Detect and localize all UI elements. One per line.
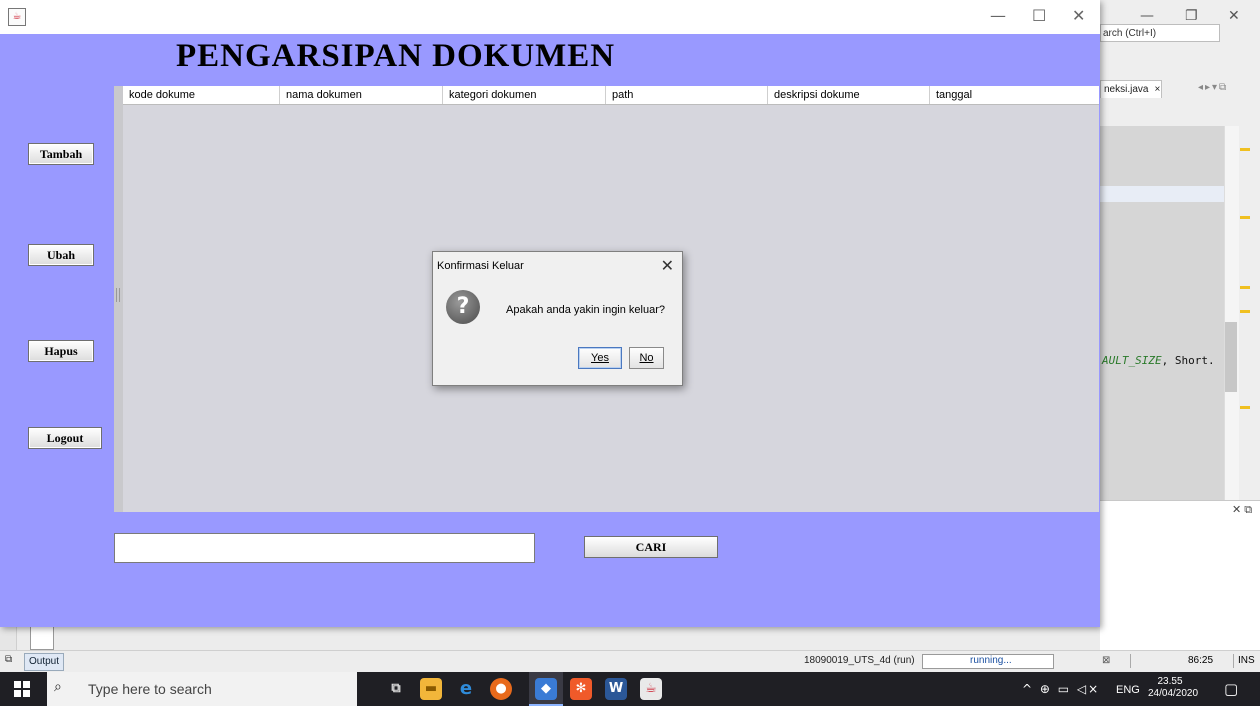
ide-restore-icon[interactable]: ❐ (1185, 8, 1198, 24)
ide-editor-tab[interactable]: neksi.java × (1100, 80, 1162, 98)
no-button[interactable]: No (629, 347, 664, 369)
maximize-icon[interactable]: ☐ (1032, 6, 1046, 25)
question-icon: ? (446, 290, 480, 324)
status-separator (1233, 654, 1234, 668)
windows-start-icon[interactable] (14, 681, 30, 697)
column-header-tanggal[interactable]: tanggal (930, 86, 1099, 104)
window-close-icon[interactable]: ✕ (1072, 6, 1085, 25)
error-stripe-mark[interactable] (1240, 148, 1250, 151)
logout-button[interactable]: Logout (28, 427, 102, 449)
dialog-message: Apakah anda yakin ingin keluar? (506, 304, 666, 316)
cursor-position: 86:25 (1188, 655, 1214, 666)
clock-time: 23.55 (1157, 676, 1183, 687)
java-icon[interactable]: ☕ (8, 8, 26, 26)
clock-date: 24/04/2020 (1148, 688, 1199, 699)
ide-editor-area[interactable] (1100, 126, 1224, 504)
search-input[interactable] (114, 533, 535, 563)
ide-editor-tab-label: neksi.java (1104, 84, 1149, 95)
ide-close-icon[interactable]: ✕ (1228, 8, 1240, 24)
ide-search-input[interactable]: arch (Ctrl+I) (1100, 24, 1220, 42)
add-button[interactable]: Tambah (28, 143, 94, 165)
code-constant: AULT_SIZE (1102, 354, 1162, 367)
code-rest: , Short. (1161, 354, 1215, 367)
exit-confirm-dialog: Konfirmasi Keluar ✕ ? Apakah anda yakin … (432, 251, 683, 386)
ide-code-line: AULT_SIZE, Short. (1102, 354, 1215, 367)
dialog-title: Konfirmasi Keluar (437, 260, 524, 272)
ide-scrollbar[interactable] (1224, 126, 1239, 504)
run-status: running... (970, 655, 1012, 666)
error-stripe-mark[interactable] (1240, 286, 1250, 289)
splitter-grip[interactable] (116, 288, 120, 302)
edge-browser-icon[interactable]: e (455, 678, 477, 700)
ide-scroll-thumb[interactable] (1225, 322, 1237, 392)
error-stripe-mark[interactable] (1240, 216, 1250, 219)
ide-current-line (1100, 186, 1224, 202)
ide-output-panel[interactable] (1100, 500, 1260, 651)
window-icon[interactable]: ⧉ (5, 654, 12, 665)
delete-button[interactable]: Hapus (28, 340, 94, 362)
search-button[interactable]: CARI (584, 536, 718, 558)
column-header-kategori[interactable]: kategori dokumen (443, 86, 606, 104)
table-header: kode dokume nama dokumen kategori dokume… (123, 86, 1099, 105)
taskbar-search-placeholder: Type here to search (88, 681, 212, 697)
notification-center-icon[interactable]: ▢ (1224, 680, 1238, 698)
firefox-icon[interactable]: ● (490, 678, 512, 700)
page-title: PENGARSIPAN DOKUMEN (176, 38, 616, 74)
search-icon: ⌕ (54, 679, 62, 695)
run-label: 18090019_UTS_4d (run) (804, 655, 915, 666)
file-explorer-icon[interactable]: ▬ (420, 678, 442, 700)
word-icon[interactable]: W (605, 678, 627, 700)
task-view-icon[interactable]: ⧉ (385, 678, 407, 700)
ide-status-bar (0, 650, 1260, 673)
dialog-close-icon[interactable]: ✕ (661, 256, 674, 275)
minimize-icon[interactable]: — (990, 6, 1006, 25)
column-header-kode[interactable]: kode dokume (123, 86, 280, 104)
output-tab[interactable]: Output (24, 653, 65, 671)
column-header-path[interactable]: path (606, 86, 768, 104)
notification-icon[interactable]: ⊠ (1102, 655, 1110, 666)
panel-close-icon[interactable]: ✕ ⧉ (1232, 503, 1252, 517)
column-header-nama[interactable]: nama dokumen (280, 86, 443, 104)
yes-button[interactable]: Yes (578, 347, 622, 369)
java-app-icon[interactable]: ☕ (640, 678, 662, 700)
tab-nav-arrows-icon[interactable]: ◂▸▾⧉ (1198, 82, 1228, 93)
virtualbox-icon[interactable]: ◆ (535, 678, 557, 700)
input-language[interactable]: ENG (1116, 684, 1140, 696)
error-stripe-mark[interactable] (1240, 406, 1250, 409)
insert-mode: INS (1238, 655, 1255, 666)
ide-minimize-icon[interactable]: — (1140, 8, 1154, 24)
column-header-deskripsi[interactable]: deskripsi dokume (768, 86, 930, 104)
edit-button[interactable]: Ubah (28, 244, 94, 266)
close-icon[interactable]: × (1154, 84, 1160, 95)
status-separator (1130, 654, 1131, 668)
xampp-icon[interactable]: ✻ (570, 678, 592, 700)
clock[interactable]: 23.55 24/04/2020 (1148, 676, 1199, 700)
app-titlebar[interactable] (0, 0, 1100, 34)
error-stripe-mark[interactable] (1240, 310, 1250, 313)
system-tray-icons[interactable]: ^ ⊕ ▭ ◁× (1022, 682, 1100, 696)
